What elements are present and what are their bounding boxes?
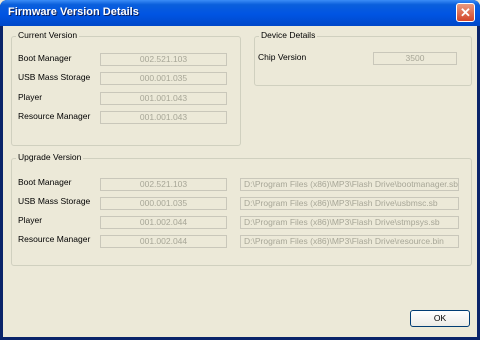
current-player-field[interactable]: 001.001.043: [100, 92, 227, 105]
firmware-dialog: Firmware Version Details ✕ Current Versi…: [0, 0, 480, 340]
chip-version-field[interactable]: 3500: [373, 52, 457, 65]
current-resource-manager-field[interactable]: 001.001.043: [100, 111, 227, 124]
current-boot-manager-field[interactable]: 002.521.103: [100, 53, 227, 66]
close-button[interactable]: ✕: [456, 3, 475, 22]
upgrade-player-label: Player: [18, 215, 43, 225]
upgrade-player-path[interactable]: D:\Program Files (x86)\MP3\Flash Drive\s…: [240, 216, 459, 229]
current-resource-manager-label: Resource Manager: [18, 111, 91, 121]
ok-button[interactable]: OK: [410, 310, 470, 327]
current-player-label: Player: [18, 92, 43, 102]
upgrade-boot-manager-label: Boot Manager: [18, 177, 72, 187]
upgrade-usb-mass-storage-path[interactable]: D:\Program Files (x86)\MP3\Flash Drive\u…: [240, 197, 459, 210]
current-version-legend: Current Version: [16, 30, 80, 40]
upgrade-resource-manager-label: Resource Manager: [18, 234, 91, 244]
upgrade-usb-mass-storage-label: USB Mass Storage: [18, 196, 91, 206]
upgrade-resource-manager-path[interactable]: D:\Program Files (x86)\MP3\Flash Drive\r…: [240, 235, 459, 248]
current-boot-manager-label: Boot Manager: [18, 53, 72, 63]
upgrade-resource-manager-field[interactable]: 001.002.044: [100, 235, 227, 248]
upgrade-usb-mass-storage-field[interactable]: 000.001.035: [100, 197, 227, 210]
title-bar[interactable]: Firmware Version Details ✕: [0, 0, 480, 26]
upgrade-player-field[interactable]: 001.002.044: [100, 216, 227, 229]
device-details-legend: Device Details: [259, 30, 318, 40]
window-title: Firmware Version Details: [8, 6, 139, 18]
chip-version-label: Chip Version: [258, 52, 307, 62]
upgrade-boot-manager-path[interactable]: D:\Program Files (x86)\MP3\Flash Drive\b…: [240, 178, 459, 191]
close-icon: ✕: [460, 5, 471, 20]
upgrade-version-legend: Upgrade Version: [16, 152, 84, 162]
upgrade-version-group: Upgrade Version: [11, 152, 472, 266]
current-usb-mass-storage-label: USB Mass Storage: [18, 72, 91, 82]
dialog-body: Current Version Boot Manager 002.521.103…: [3, 26, 477, 337]
current-usb-mass-storage-field[interactable]: 000.001.035: [100, 72, 227, 85]
upgrade-boot-manager-field[interactable]: 002.521.103: [100, 178, 227, 191]
